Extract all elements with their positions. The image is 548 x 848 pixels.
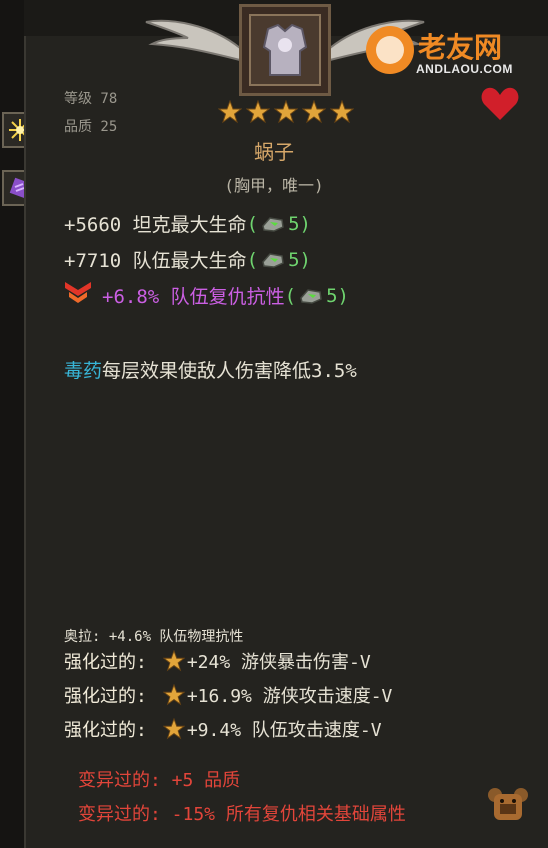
gem-open-paren: ( [246, 248, 259, 271]
gem-icon [262, 252, 284, 268]
star-icon [274, 100, 298, 124]
star-icon [162, 684, 185, 706]
star-rating [218, 100, 354, 124]
enhanced-text: +16.9% 游侠攻击速度-V [186, 686, 393, 707]
bear-icon[interactable] [486, 786, 530, 826]
effect-keyword: 毒药 [64, 360, 103, 382]
stat-line: +6.8% 队伍复仇抗性 ( 5) [102, 282, 349, 309]
poison-effect: 毒药每层效果使敌人伤害降低3.5% [64, 356, 357, 383]
mutated-line: 变异过的: -15% 所有复仇相关基础属性 [78, 804, 406, 825]
gem-open-paren: ( [246, 212, 259, 235]
gem-icon [262, 216, 284, 232]
gem-count: 5) [288, 248, 311, 271]
gem-count: 5) [288, 212, 311, 235]
star-icon [246, 100, 270, 124]
watermark-brand: 老友网 [418, 32, 503, 63]
stat-text: +5660 坦克最大生命 [64, 214, 247, 236]
enhanced-label: 强化过的: [64, 686, 147, 707]
star-icon [218, 100, 242, 124]
enhanced-label: 强化过的: [64, 720, 147, 741]
armor-icon-frame [239, 4, 331, 96]
star-icon [330, 100, 354, 124]
gem-count: 5) [326, 284, 349, 307]
enhanced-line: 强化过的: +16.9% 游侠攻击速度-V [64, 682, 392, 708]
mutated-line: 变异过的: +5 品质 [78, 770, 241, 791]
watermark-domain: ANDLAOU.COM [416, 62, 513, 76]
enhanced-text: +24% 游侠暴击伤害-V [186, 652, 371, 673]
stat-text: +7710 队伍最大生命 [64, 250, 247, 272]
armor-icon [249, 14, 321, 86]
enhanced-label: 强化过的: [64, 652, 147, 673]
enhanced-text: +9.4% 队伍攻击速度-V [186, 720, 382, 741]
effect-text: 每层效果使敌人伤害降低3.5% [102, 360, 357, 382]
item-quality: 品质 25 [64, 119, 118, 135]
item-level: 等级 78 [64, 91, 118, 107]
enhanced-line: 强化过的: +24% 游侠暴击伤害-V [64, 648, 371, 674]
stat-text: +6.8% 队伍复仇抗性 [102, 286, 285, 308]
star-icon [302, 100, 326, 124]
star-icon [162, 650, 185, 672]
gem-open-paren: ( [284, 284, 297, 307]
star-icon [162, 718, 185, 740]
heart-icon[interactable] [480, 84, 520, 124]
item-name: 蜗子 [254, 140, 294, 164]
red-chevron-icon [65, 282, 91, 303]
stat-line: +7710 队伍最大生命 ( 5) [64, 246, 311, 273]
item-type: (胸甲，唯一) [224, 176, 324, 195]
stat-line: +5660 坦克最大生命 ( 5) [64, 210, 311, 237]
enhanced-line: 强化过的: +9.4% 队伍攻击速度-V [64, 716, 382, 742]
aura-line: 奥拉: +4.6% 队伍物理抗性 [64, 629, 244, 645]
gem-icon [300, 288, 322, 304]
